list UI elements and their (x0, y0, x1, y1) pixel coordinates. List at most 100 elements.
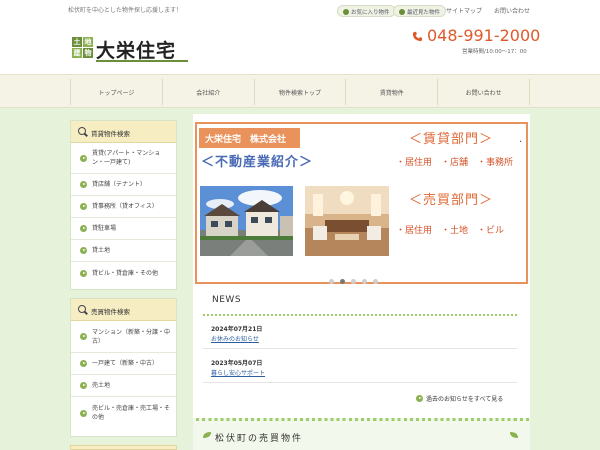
sidebar-item-sale-mansion[interactable]: マンション（新築・分譲・中古） (71, 321, 176, 353)
star-icon (343, 9, 349, 15)
leaf-icon (510, 432, 518, 438)
sidebar-item-rental-residential[interactable]: 賃貸(アパート・マンション・一戸建て) (71, 143, 176, 174)
company-name: 大栄住宅 株式会社 (199, 128, 300, 148)
sale-listings-section-header: 松伏町の売買物件 (193, 418, 530, 450)
logo-block: 地 (83, 37, 93, 47)
sidebar-item-sale-land[interactable]: 売土地 (71, 375, 176, 397)
house-photo (200, 186, 293, 256)
arrow-icon (80, 247, 87, 254)
leaf-icon (203, 432, 211, 438)
arrow-icon (416, 395, 423, 402)
nav-item-top[interactable]: トップページ (70, 79, 162, 105)
nav-item-contact[interactable]: お問い合わせ (437, 79, 530, 105)
top-bar: 松伏町を中心とした物件探し応援します！ お気に入り物件 最近見た物件 サイトマッ… (0, 0, 600, 22)
rental-dept-items: ・居住用 ・店舗 ・事務所 (396, 158, 514, 168)
slider-dot-active[interactable] (340, 279, 345, 284)
sale-search-panel: 売買物件検索 マンション（新築・分譲・中古） 一戸建て（新築・中古） 売土地 売… (70, 298, 177, 437)
sidebar-item-rental-parking[interactable]: 貸駐車場 (71, 218, 176, 240)
recent-label: 最近見た物件 (407, 10, 441, 16)
arrow-icon (80, 409, 87, 417)
news-more-label: 過去のお知らせをすべて見る (426, 396, 504, 403)
recent-button[interactable]: 最近見た物件 (393, 5, 447, 17)
sidebar-item-label: マンション（新築・分譲・中古） (92, 328, 171, 345)
news-link[interactable]: お休みのお知らせ (211, 334, 259, 343)
arrow-icon (80, 181, 87, 188)
arrow-icon (80, 154, 87, 162)
slider-dot[interactable] (351, 279, 356, 284)
logo-mark: 土 地 建 物 (72, 37, 94, 59)
sidebar-item-sale-house[interactable]: 一戸建て（新築・中古） (71, 353, 176, 375)
sidebar-item-label: 貸駐車場 (92, 225, 117, 232)
search-icon (78, 305, 86, 313)
sidebar-item-label: 売ビル・売倉庫・売工場・その他 (92, 405, 171, 421)
sidebar-item-label: 貸店舗（テナント） (92, 181, 147, 188)
sales-dept-items: ・居住用 ・土地 ・ビル (396, 226, 505, 236)
global-nav-items: トップページ 会社紹介 物件検索トップ 賃貸物件 お問い合わせ (70, 79, 530, 105)
logo-block: 土 (72, 37, 82, 47)
news-date: 2023年05月07日 (211, 360, 263, 367)
sidebar-item-label: 一戸建て（新築・中古） (92, 360, 159, 367)
rental-search-panel: 賃貸物件検索 賃貸(アパート・マンション・一戸建て) 貸店舗（テナント） 貸事務… (70, 120, 177, 290)
logo-underline (96, 60, 188, 62)
sidebar-item-label: 賃貸(アパート・マンション・一戸建て) (92, 150, 161, 166)
business-hours: 営業時間/10:00～17：00 (462, 49, 527, 55)
sidebar-item-rental-land[interactable]: 貸土地 (71, 240, 176, 262)
tagline: 松伏町を中心とした物件探し応援します！ (68, 7, 183, 14)
phone-icon (412, 31, 423, 42)
sidebar-item-rental-store[interactable]: 貸店舗（テナント） (71, 174, 176, 196)
slider-pagination (329, 279, 378, 287)
news-link[interactable]: 暮らし安心サポート (211, 368, 265, 377)
sidebar-item-sale-other[interactable]: 売ビル・売倉庫・売工場・その他 (71, 397, 176, 429)
contact-link[interactable]: お問い合わせ (494, 6, 530, 15)
sidebar-item-label: 貸事務所（貸オフィス） (92, 203, 158, 210)
rental-search-heading: 賃貸物件検索 (71, 121, 176, 143)
logo-block: 物 (83, 48, 93, 58)
news-heading: NEWS (212, 295, 242, 305)
nav-item-search[interactable]: 物件検索トップ (253, 79, 346, 105)
favorites-label: お気に入り物件 (351, 10, 390, 16)
clock-icon (399, 9, 405, 15)
intro-heading: ＜不動産業紹介＞ (201, 155, 314, 170)
news-section: NEWS 2024年07月21日 お休みのお知らせ 2023年05月07日 暮ら… (203, 290, 517, 408)
arrow-icon (80, 333, 87, 340)
sale-search-title: 売買物件検索 (91, 308, 130, 316)
rental-dept-heading: ＜賃貸部門＞ (409, 132, 494, 147)
search-icon (78, 127, 86, 135)
sale-listings-title: 松伏町の売買物件 (215, 434, 304, 444)
brand-name: 大栄住宅 (96, 40, 177, 62)
arrow-icon (80, 360, 87, 367)
sale-search-heading: 売買物件検索 (71, 299, 176, 321)
arrow-icon (80, 225, 87, 232)
news-date: 2024年07月21日 (211, 326, 263, 333)
sidebar-item-label: 売土地 (92, 382, 111, 389)
arrow-icon (80, 269, 87, 277)
news-separator (203, 348, 517, 349)
arrow-icon (80, 203, 87, 210)
slider-dot[interactable] (373, 279, 378, 284)
sidebar-item-rental-office[interactable]: 貸事務所（貸オフィス） (71, 196, 176, 218)
news-divider (203, 314, 517, 316)
nav-item-company[interactable]: 会社紹介 (161, 79, 254, 105)
next-panel-edge (70, 445, 177, 450)
slider-dot[interactable] (362, 279, 367, 284)
sales-dept-heading: ＜売買部門＞ (409, 193, 494, 208)
rental-dept-dot: . (519, 134, 523, 145)
arrow-icon (80, 382, 87, 389)
phone-text: 048-991-2000 (427, 26, 541, 45)
global-nav: トップページ 会社紹介 物件検索トップ 賃貸物件 お問い合わせ (0, 74, 600, 108)
favorites-button[interactable]: お気に入り物件 (337, 5, 396, 17)
hero-slider[interactable]: 大栄住宅 株式会社 ＜不動産業紹介＞ ＜賃貸部門＞ . ・居住用 ・店舗 ・事務… (195, 122, 528, 284)
site-logo[interactable]: 土 地 建 物 大栄住宅 (72, 36, 188, 64)
logo-block: 建 (72, 48, 82, 58)
sidebar-item-rental-other[interactable]: 貸ビル・貸倉庫・その他 (71, 262, 176, 284)
sidebar-item-label: 貸ビル・貸倉庫・その他 (92, 269, 159, 277)
rental-search-title: 賃貸物件検索 (91, 130, 130, 138)
phone-number[interactable]: 048-991-2000 (412, 26, 540, 45)
interior-photo (305, 186, 389, 256)
news-more-link[interactable]: 過去のお知らせをすべて見る (416, 394, 503, 403)
slider-dot[interactable] (329, 279, 334, 284)
news-separator (203, 382, 517, 383)
sidebar-item-label: 貸土地 (92, 247, 111, 254)
nav-item-rental[interactable]: 賃貸物件 (345, 79, 437, 105)
sitemap-link[interactable]: サイトマップ (446, 6, 482, 15)
